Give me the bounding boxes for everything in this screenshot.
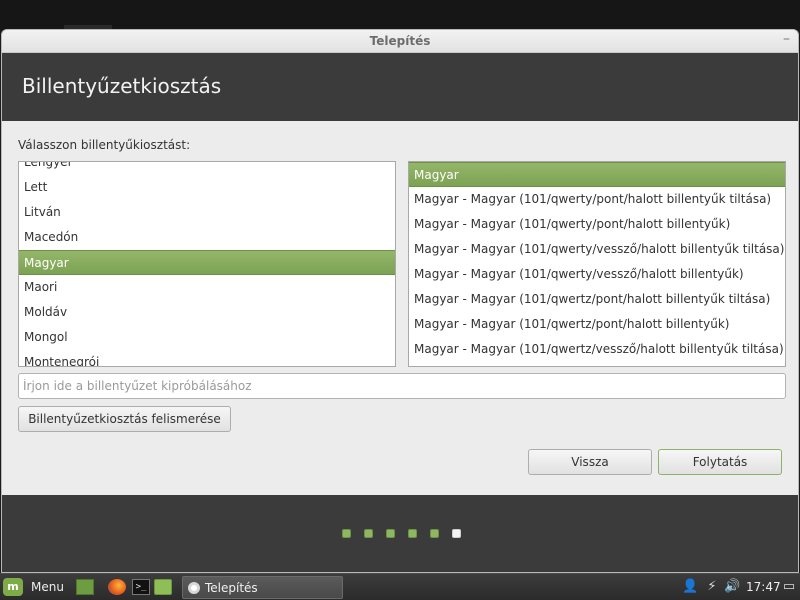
layout-list-items: Lengyel Lett Litván Macedón Magyar Maori Moldá… — [19, 162, 395, 366]
list-item[interactable]: Macedón — [19, 225, 395, 250]
menu-label: Menu — [31, 580, 64, 594]
show-desktop-icon[interactable] — [76, 579, 94, 595]
page-header: Billentyűzetkiosztás — [2, 53, 798, 121]
progress-dot — [408, 529, 417, 538]
list-item[interactable]: Moldáv — [19, 300, 395, 325]
list-item[interactable]: Lett — [19, 175, 395, 200]
progress-dot — [386, 529, 395, 538]
variant-list[interactable]: Magyar Magyar - Magyar (101/qwerty/pont/h… — [408, 161, 786, 367]
variant-list-items: Magyar Magyar - Magyar (101/qwerty/pont/h… — [409, 162, 785, 362]
terminal-icon[interactable]: >_ — [132, 579, 150, 595]
list-item[interactable]: Magyar - Magyar (101/qwerty/pont/halott … — [409, 212, 785, 237]
list-item[interactable]: Montenegrói — [19, 350, 395, 366]
clock[interactable]: 17:47 — [746, 580, 781, 594]
list-item[interactable]: Magyar - Magyar (101/qwerty/vessző/halot… — [409, 237, 785, 262]
taskbar-window-button[interactable]: Telepítés — [182, 576, 343, 599]
network-icon[interactable]: ⚡ — [704, 579, 720, 595]
page-title: Billentyűzetkiosztás — [22, 74, 222, 98]
list-item[interactable]: Maori — [19, 275, 395, 300]
progress-dot — [364, 529, 373, 538]
list-item[interactable]: Litván — [19, 200, 395, 225]
installer-window: Telepítés – Billentyűzetkiosztás Válassz… — [1, 29, 799, 573]
window-titlebar[interactable]: Telepítés – — [2, 30, 798, 53]
files-icon[interactable] — [154, 579, 172, 595]
progress-dot — [342, 529, 351, 538]
list-item[interactable]: Magyar - Magyar (101/qwertz/vessző/halot… — [409, 337, 785, 362]
list-item[interactable]: Magyar - Magyar (101/qwertz/pont/halott … — [409, 287, 785, 312]
user-icon[interactable]: 👤 — [682, 579, 698, 595]
layout-prompt-label: Válasszon billentyűkiosztást: — [18, 138, 191, 152]
list-item[interactable]: Mongol — [19, 325, 395, 350]
detect-layout-button[interactable]: Billentyűzetkiosztás felismerése — [18, 406, 231, 432]
continue-button[interactable]: Folytatás — [658, 449, 782, 475]
list-item[interactable]: Magyar — [19, 250, 395, 275]
firefox-icon[interactable] — [108, 579, 126, 595]
installer-footer — [2, 495, 798, 572]
list-item[interactable]: Magyar - Magyar (101/qwerty/pont/halott … — [409, 187, 785, 212]
progress-dot — [452, 529, 461, 538]
installer-icon — [188, 582, 200, 594]
mint-logo-icon: m — [3, 578, 23, 596]
desktop-background — [0, 0, 800, 30]
list-item[interactable]: Magyar - Magyar (101/qwertz/pont/halott … — [409, 312, 785, 337]
layout-list[interactable]: Lengyel Lett Litván Macedón Magyar Maori Moldá… — [18, 161, 396, 367]
window-title: Telepítés — [369, 34, 431, 48]
taskbar-window-label: Telepítés — [205, 581, 258, 595]
volume-icon[interactable]: 🔊 — [724, 579, 740, 595]
display-icon[interactable]: ▭ — [781, 579, 797, 595]
back-button[interactable]: Vissza — [528, 449, 652, 475]
list-item[interactable]: Magyar - Magyar (101/qwerty/vessző/halot… — [409, 262, 785, 287]
keyboard-test-input[interactable] — [18, 373, 786, 399]
progress-dot — [430, 529, 439, 538]
list-item[interactable]: Magyar — [409, 162, 785, 187]
minimize-icon[interactable]: – — [783, 31, 790, 47]
list-item[interactable]: Lengyel — [19, 162, 395, 175]
taskbar: m Menu >_ Telepítés 👤 ⚡ 🔊 17:47 ▭ — [0, 573, 800, 600]
